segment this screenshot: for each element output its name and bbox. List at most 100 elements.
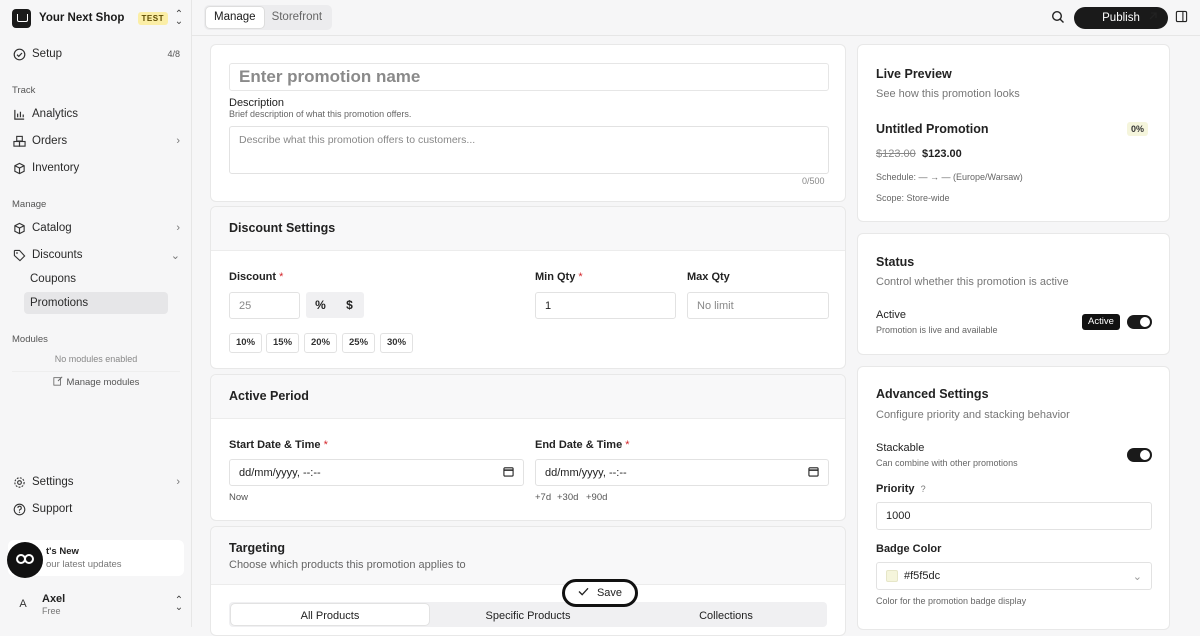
external-link-icon[interactable] [1147, 10, 1159, 25]
sidebar-item-support[interactable]: Support [8, 497, 184, 521]
priority-label: Priority ? [876, 483, 926, 495]
min-qty-label: Min Qty * [535, 271, 583, 283]
sidebar-item-orders[interactable]: Orders › [8, 129, 184, 153]
section-title: Active Period [229, 389, 309, 403]
min-qty-input[interactable]: 1 [535, 292, 676, 319]
tab-all-products[interactable]: All Products [231, 604, 429, 625]
env-badge: TEST [137, 11, 168, 25]
chevron-right-icon: › [176, 135, 180, 147]
end-date-input[interactable]: dd/mm/yyyy, --:-- [535, 459, 829, 486]
whats-new-subtitle: our latest updates [46, 559, 122, 570]
chevron-right-icon: › [176, 222, 180, 234]
preview-scope: Scope: Store-wide [876, 193, 950, 203]
sidebar-item-label: Inventory [32, 162, 80, 174]
whats-new-title: t's New [46, 546, 79, 557]
sidebar-item-discounts[interactable]: Discounts ⌄ [8, 243, 184, 267]
discount-type-fixed[interactable]: $ [335, 292, 364, 318]
user-name: Axel [42, 592, 66, 605]
sidebar-item-label: Discounts [32, 249, 83, 261]
required-mark: * [578, 271, 583, 283]
sidebar-subitem-promotions[interactable]: Promotions [24, 292, 168, 314]
tab-collections[interactable]: Collections [627, 604, 825, 625]
card-header: Discount Settings [211, 207, 845, 251]
sidebar-item-label: Settings [32, 476, 74, 488]
section-title: Discount Settings [229, 221, 336, 235]
start-date-input[interactable]: dd/mm/yyyy, --:-- [229, 459, 524, 486]
discount-type-toggle: % $ [306, 292, 364, 318]
tab-specific-products[interactable]: Specific Products [429, 604, 627, 625]
sidebar-item-analytics[interactable]: Analytics [8, 102, 184, 126]
view-tabs: Manage Storefront [204, 5, 333, 30]
edit-icon [52, 376, 63, 389]
badge-color-select[interactable]: #f5f5dc ⌄ [876, 562, 1152, 590]
cube-icon [12, 221, 26, 235]
description-label: Description [229, 97, 285, 109]
calendar-icon[interactable] [808, 466, 819, 480]
end-quick-30d[interactable]: +30d [557, 492, 578, 503]
chat-widget-button[interactable] [7, 542, 43, 578]
check-icon [578, 587, 589, 599]
sidebar-subitem-coupons[interactable]: Coupons [24, 268, 168, 290]
sidebar-item-setup[interactable]: Setup 4/8 [8, 42, 184, 66]
boxes-icon [12, 134, 26, 148]
start-now-shortcut[interactable]: Now [229, 492, 248, 503]
discount-chip[interactable]: 15% [266, 333, 300, 353]
promotion-name-input[interactable]: Enter promotion name [229, 63, 829, 91]
sidebar-item-inventory[interactable]: Inventory [8, 156, 184, 180]
sidebar-item-catalog[interactable]: Catalog › [8, 216, 184, 240]
sidebar-item-label: Catalog [32, 222, 72, 234]
discount-type-percent[interactable]: % [306, 292, 335, 318]
advanced-subtitle: Configure priority and stacking behavior [876, 409, 1070, 421]
setup-progress: 4/8 [167, 49, 180, 59]
start-date-value: dd/mm/yyyy, --:-- [239, 466, 321, 479]
discount-chip[interactable]: 25% [342, 333, 376, 353]
discount-chip[interactable]: 30% [380, 333, 414, 353]
status-card: Status Control whether this promotion is… [857, 233, 1170, 355]
advanced-title: Advanced Settings [876, 387, 989, 401]
user-plan: Free [42, 605, 61, 616]
discount-label: Discount * [229, 271, 283, 283]
chevron-up-down-icon: ⌃ ⌄ [174, 9, 184, 27]
shop-switcher[interactable]: Your Next Shop TEST ⌃ ⌄ [12, 8, 184, 28]
chevron-down-icon: ⌄ [1132, 570, 1142, 583]
sidebar-item-label: Setup [32, 48, 63, 60]
manage-modules-button[interactable]: Manage modules [12, 371, 180, 393]
max-qty-input[interactable]: No limit [687, 292, 829, 319]
discount-chip[interactable]: 20% [304, 333, 338, 353]
preview-subtitle: See how this promotion looks [876, 88, 1020, 100]
calendar-icon[interactable] [503, 466, 514, 480]
check-circle-icon [12, 47, 26, 61]
discount-value-input[interactable]: 25 [229, 292, 300, 319]
badge-color-hint: Color for the promotion badge display [876, 596, 1027, 606]
stackable-toggle[interactable] [1127, 448, 1152, 462]
card-header: Active Period [211, 375, 845, 419]
live-preview-card: Live Preview See how this promotion look… [857, 44, 1170, 222]
top-bar: Manage Storefront Publish [192, 0, 1200, 36]
required-mark: * [323, 439, 328, 451]
save-button[interactable]: Save [562, 579, 638, 607]
discount-chip[interactable]: 10% [229, 333, 263, 353]
status-toggle[interactable] [1127, 315, 1152, 329]
card-header: Targeting Choose which products this pro… [211, 527, 845, 585]
package-icon [12, 161, 26, 175]
tab-manage[interactable]: Manage [206, 7, 264, 28]
priority-label-text: Priority [876, 483, 915, 495]
status-title: Status [876, 255, 915, 269]
tab-storefront[interactable]: Storefront [264, 7, 331, 28]
search-icon[interactable] [1051, 10, 1065, 27]
tag-icon [12, 248, 26, 262]
active-period-card: Active Period Start Date & Time * dd/mm/… [210, 374, 846, 521]
sidebar-toggle-icon[interactable] [1175, 10, 1188, 26]
section-label-track: Track [12, 85, 36, 96]
end-quick-7d[interactable]: +7d [535, 492, 551, 503]
sidebar-item-settings[interactable]: Settings › [8, 470, 184, 494]
help-icon[interactable]: ? [921, 484, 926, 494]
promotion-info-card: Enter promotion name Description Brief d… [210, 44, 846, 202]
description-textarea[interactable]: Describe what this promotion offers to c… [229, 126, 829, 174]
discount-settings-card: Discount Settings Discount * 25 % $ 10% … [210, 206, 846, 369]
priority-input[interactable]: 1000 [876, 502, 1152, 530]
user-menu[interactable]: A Axel Free ⌃ ⌄ [12, 590, 184, 618]
end-quick-90d[interactable]: +90d [586, 492, 607, 503]
targeting-tabs: All Products Specific Products Collectio… [229, 602, 827, 627]
chevron-up-down-icon: ⌃ ⌄ [174, 595, 184, 613]
